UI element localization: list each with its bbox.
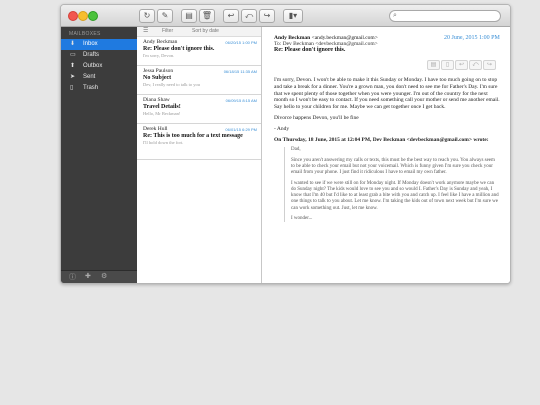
sidebar-item-inbox[interactable]: ⬇ Inbox [61, 39, 137, 50]
message-preview: I'll hold down the fort. [143, 140, 184, 145]
quote-paragraph: I wonder... [291, 216, 313, 222]
filter-button[interactable]: Filter [162, 27, 173, 36]
sidebar-item-trash[interactable]: ▯ Trash [61, 83, 137, 94]
message-preview: I'm sorry, Devon. [143, 53, 175, 58]
mailboxes-heading: MAILBOXES [69, 31, 101, 37]
sidebar-item-sent[interactable]: ➤ Sent [61, 72, 137, 83]
filter-bar: ☰ Filter Sort by date [137, 27, 261, 37]
archive-icon: ▤ [430, 62, 437, 68]
list-item[interactable]: Andy Beckman 06/20/15 1:00 PM Re: Please… [137, 37, 261, 66]
reply-message-button[interactable]: ↩ [455, 60, 468, 70]
close-window-button[interactable] [68, 11, 78, 21]
trash-icon: 🗑 [201, 11, 213, 20]
reply-all-icon: ⤺ [244, 11, 254, 20]
compose-icon: ✎ [161, 11, 169, 20]
sidebar: MAILBOXES ⬇ Inbox ▭ Drafts ⬆ Outbox ➤ Se… [61, 27, 137, 283]
message-preview: Dev, I really need to talk to you [143, 82, 200, 87]
quoted-message: Dad, Since you aren't answering my calls… [284, 147, 500, 223]
quote-paragraph: Dad, [291, 147, 301, 153]
message-body: I'm sorry, Devon. I won't be able to mak… [274, 77, 500, 226]
message-date: 06/01/15 6:29 PM [225, 127, 257, 132]
search-input[interactable] [402, 11, 496, 21]
archive-icon: ▤ [185, 11, 193, 20]
reply-all-button[interactable]: ⤺ [241, 9, 257, 23]
info-icon[interactable]: ⓘ [69, 272, 76, 282]
quote-paragraph: Since you aren't answering my calls or t… [291, 157, 495, 176]
forward-message-button[interactable]: ↪ [483, 60, 496, 70]
reply-all-message-button[interactable]: ⤺ [469, 60, 482, 70]
reply-icon: ↩ [227, 11, 235, 20]
search-field[interactable]: ⌕ [389, 10, 501, 22]
sidebar-item-label: Outbox [83, 63, 103, 69]
list-item[interactable]: Derek Hull 06/01/15 6:29 PM Re: This is … [137, 124, 261, 160]
sidebar-item-label: Sent [83, 74, 96, 80]
message-list: ☰ Filter Sort by date Andy Beckman 06/20… [137, 27, 262, 283]
message-subject: Travel Details! [143, 104, 181, 110]
refresh-button[interactable]: ↻ [139, 9, 155, 23]
message-actions: ▤ ▯ ↩ ⤺ ↪ [427, 60, 501, 70]
quote-header: On Thursday, 18 June, 2015 at 12:04 PM, … [274, 136, 489, 143]
reply-all-icon: ⤺ [472, 62, 479, 68]
reply-icon: ↩ [458, 62, 465, 68]
message-date: 06/09/15 8:15 AM [225, 98, 257, 103]
archive-button[interactable]: ▤ [181, 9, 197, 23]
zoom-window-button[interactable] [88, 11, 98, 21]
message-preview: Hello, Mr Beckman! [143, 111, 181, 116]
list-item[interactable]: Jessa Paulson 06/18/15 11:35 AM No Subje… [137, 66, 261, 95]
trash-icon: ▯ [445, 62, 450, 68]
trash-icon: ▯ [70, 85, 74, 91]
sidebar-item-label: Drafts [83, 52, 100, 58]
message-datetime: 20 June, 2015 1:00 PM [444, 35, 500, 41]
inbox-icon: ⬇ [70, 41, 76, 47]
minimize-window-button[interactable] [78, 11, 88, 21]
sidebar-item-drafts[interactable]: ▭ Drafts [61, 50, 137, 61]
filter-icon[interactable]: ☰ [143, 27, 148, 36]
gear-icon[interactable]: ⚙ [101, 272, 107, 280]
outbox-icon: ⬆ [70, 63, 76, 69]
drafts-icon: ▭ [70, 52, 76, 58]
message-subject: Re: Please don't ignore this. [143, 46, 215, 52]
message-subject: Re: This is too much for a text message [143, 133, 243, 139]
refresh-icon: ↻ [143, 11, 151, 20]
sidebar-footer: ⓘ ✚ ⚙ [61, 270, 137, 283]
compose-button[interactable]: ✎ [157, 9, 173, 23]
mail-window: ↻ ✎ ▤ 🗑 ↩ ⤺ ↪ ▮▾ ⌕ MAILBOXES ⬇ Inbox ▭ D… [60, 4, 511, 284]
list-item[interactable]: Diana Shaw 06/09/15 8:15 AM Travel Detai… [137, 95, 261, 124]
forward-icon: ↪ [263, 11, 271, 20]
message-date: 06/18/15 11:35 AM [223, 69, 257, 74]
message-title: Re: Please don't ignore this. [274, 47, 346, 53]
sort-button[interactable]: Sort by date [192, 27, 219, 36]
reply-button[interactable]: ↩ [223, 9, 239, 23]
search-icon: ⌕ [393, 12, 397, 19]
message-date: 06/20/15 1:00 PM [225, 40, 257, 45]
sent-icon: ➤ [70, 74, 76, 80]
delete-message-button[interactable]: ▯ [441, 60, 454, 70]
add-mailbox-icon[interactable]: ✚ [85, 272, 91, 280]
body-paragraph: Divorce happens Devon, you'll be fine [274, 114, 359, 121]
quote-paragraph: I wanted to see if we were still on for … [291, 180, 499, 211]
delete-button[interactable]: 🗑 [199, 9, 215, 23]
forward-icon: ↪ [486, 62, 493, 68]
toolbar: ↻ ✎ ▤ 🗑 ↩ ⤺ ↪ ▮▾ ⌕ [61, 5, 510, 27]
forward-button[interactable]: ↪ [259, 9, 275, 23]
archive-message-button[interactable]: ▤ [427, 60, 440, 70]
body-signature: - Andy [274, 125, 290, 132]
move-to-folder-button[interactable]: ▮▾ [283, 9, 303, 23]
sidebar-item-label: Inbox [83, 41, 98, 47]
sidebar-item-label: Trash [83, 85, 99, 91]
message-subject: No Subject [143, 75, 172, 81]
sidebar-item-outbox[interactable]: ⬆ Outbox [61, 61, 137, 72]
body-paragraph: I'm sorry, Devon. I won't be able to mak… [274, 77, 500, 111]
folder-menu-icon: ▮▾ [288, 11, 298, 20]
message-reader: Andy Beckman <andy.beckman@gmail.com> To… [262, 27, 510, 283]
